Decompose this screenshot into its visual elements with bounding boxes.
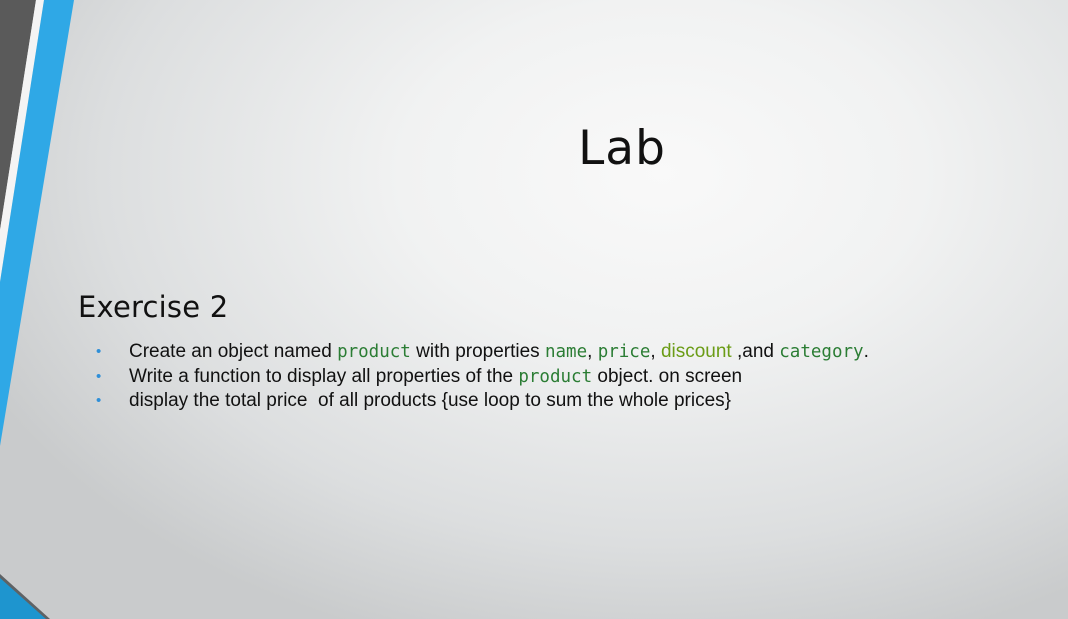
code-category: category [779, 342, 864, 362]
bullet-text: ,and [731, 341, 780, 362]
exercise-bullet-list: • Create an object named product with pro… [96, 340, 869, 413]
bullet-item-1: • Create an object named product with pro… [96, 340, 869, 365]
code-name: name [544, 342, 588, 362]
bullet-text: , [650, 341, 661, 362]
slide-title: Lab [578, 121, 666, 176]
bullet-text: Create an object named [129, 341, 338, 362]
bullet-text: , [587, 341, 598, 362]
bullet-text: . [863, 341, 869, 362]
bottom-left-blue-corner [0, 578, 46, 619]
code-product: product [518, 366, 593, 387]
bottom-left-gray-corner [0, 574, 50, 619]
bullet-dot-icon: • [96, 343, 102, 360]
bullet-text: with properties [410, 341, 545, 362]
left-white-gap [0, 0, 44, 282]
bullet-text: display the total price of all products … [129, 390, 732, 411]
bullet-dot-icon: • [96, 392, 102, 409]
bullet-text: Write a function to display all properti… [129, 365, 519, 387]
left-blue-stripe [0, 0, 74, 446]
highlight-discount: discount [660, 341, 732, 362]
exercise-heading: Exercise 2 [78, 290, 229, 324]
left-gray-stripe [0, 0, 36, 230]
code-price: price [597, 342, 651, 362]
code-product: product [337, 342, 411, 362]
bullet-dot-icon: • [96, 367, 102, 385]
bullet-item-2: • Write a function to display all propert… [96, 365, 869, 390]
bullet-item-3: • display the total price of all products… [96, 389, 869, 413]
bullet-text: object. on screen [592, 365, 743, 387]
